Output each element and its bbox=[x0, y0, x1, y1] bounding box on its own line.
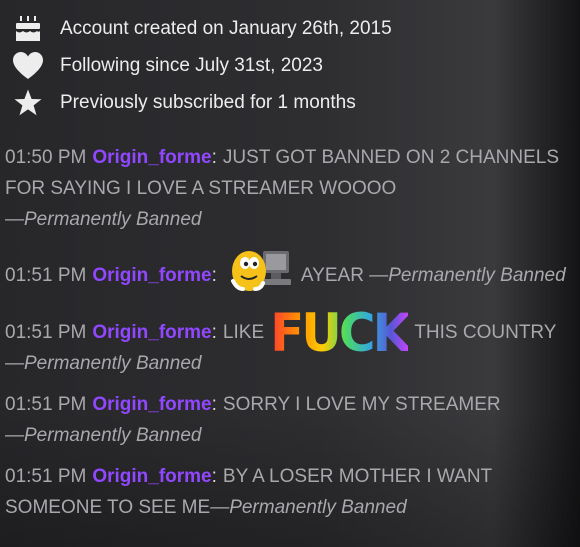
chat-message: 01:51 PM Origin_forme: AYEAR —Permanently… bbox=[5, 245, 577, 307]
subscribed-text: Previously subscribed for 1 months bbox=[60, 91, 356, 113]
message-username[interactable]: Origin_forme bbox=[92, 322, 211, 343]
message-colon: : bbox=[211, 394, 217, 415]
message-text: JUST GOT BANNED ON 2 CHANNELS FOR SAYING… bbox=[5, 147, 560, 199]
message-username[interactable]: Origin_forme bbox=[92, 147, 211, 168]
rainbow-word-emote[interactable]: FUCK bbox=[270, 305, 411, 362]
message-colon: : bbox=[211, 466, 217, 487]
message-username[interactable]: Origin_forme bbox=[92, 466, 211, 487]
account-created-text: Account created on January 26th, 2015 bbox=[60, 17, 392, 39]
ban-status: —Permanently Banned bbox=[5, 425, 202, 446]
chat-message: 01:50 PM Origin_forme: JUST GOT BANNED ON … bbox=[5, 142, 577, 235]
subscribed-row: Previously subscribed for 1 months bbox=[12, 84, 572, 121]
mm-candy-computer-emote[interactable] bbox=[227, 245, 293, 307]
user-info-panel: Account created on January 26th, 2015 Fo… bbox=[12, 10, 572, 121]
message-colon: : bbox=[211, 147, 217, 168]
message-colon: : bbox=[211, 322, 217, 343]
message-timestamp: 01:51 PM bbox=[5, 466, 87, 487]
cake-icon bbox=[12, 13, 44, 45]
message-text-before: LIKE bbox=[222, 322, 265, 343]
ban-status: —Permanently Banned bbox=[5, 353, 202, 374]
message-username[interactable]: Origin_forme bbox=[92, 394, 211, 415]
chat-message: 01:51 PM Origin_forme: SORRY I LOVE MY STR… bbox=[5, 389, 577, 451]
message-text: SORRY I LOVE MY STREAMER bbox=[222, 394, 501, 415]
message-timestamp: 01:51 PM bbox=[5, 322, 87, 343]
message-username[interactable]: Origin_forme bbox=[92, 265, 211, 286]
chat-message: 01:51 PM Origin_forme: LIKE FUCK THIS COUNTR… bbox=[5, 305, 577, 379]
message-text-after: THIS COUNTRY bbox=[414, 322, 557, 343]
ban-status: —Permanently Banned bbox=[210, 497, 407, 518]
message-text: AYEAR bbox=[300, 265, 364, 287]
star-icon bbox=[12, 87, 44, 119]
message-colon: : bbox=[211, 265, 217, 287]
ban-status: —Permanently Banned bbox=[5, 209, 202, 230]
message-timestamp: 01:51 PM bbox=[5, 394, 87, 415]
following-since-text: Following since July 31st, 2023 bbox=[60, 54, 323, 76]
message-timestamp: 01:50 PM bbox=[5, 147, 87, 168]
chat-message: 01:51 PM Origin_forme: BY A LOSER MOTHER I… bbox=[5, 461, 577, 523]
chat-history: 01:50 PM Origin_forme: JUST GOT BANNED ON … bbox=[5, 142, 577, 533]
message-timestamp: 01:51 PM bbox=[5, 265, 87, 287]
account-created-row: Account created on January 26th, 2015 bbox=[12, 10, 572, 47]
following-since-row: Following since July 31st, 2023 bbox=[12, 47, 572, 84]
ban-status: —Permanently Banned bbox=[369, 265, 566, 287]
heart-icon bbox=[12, 50, 44, 82]
